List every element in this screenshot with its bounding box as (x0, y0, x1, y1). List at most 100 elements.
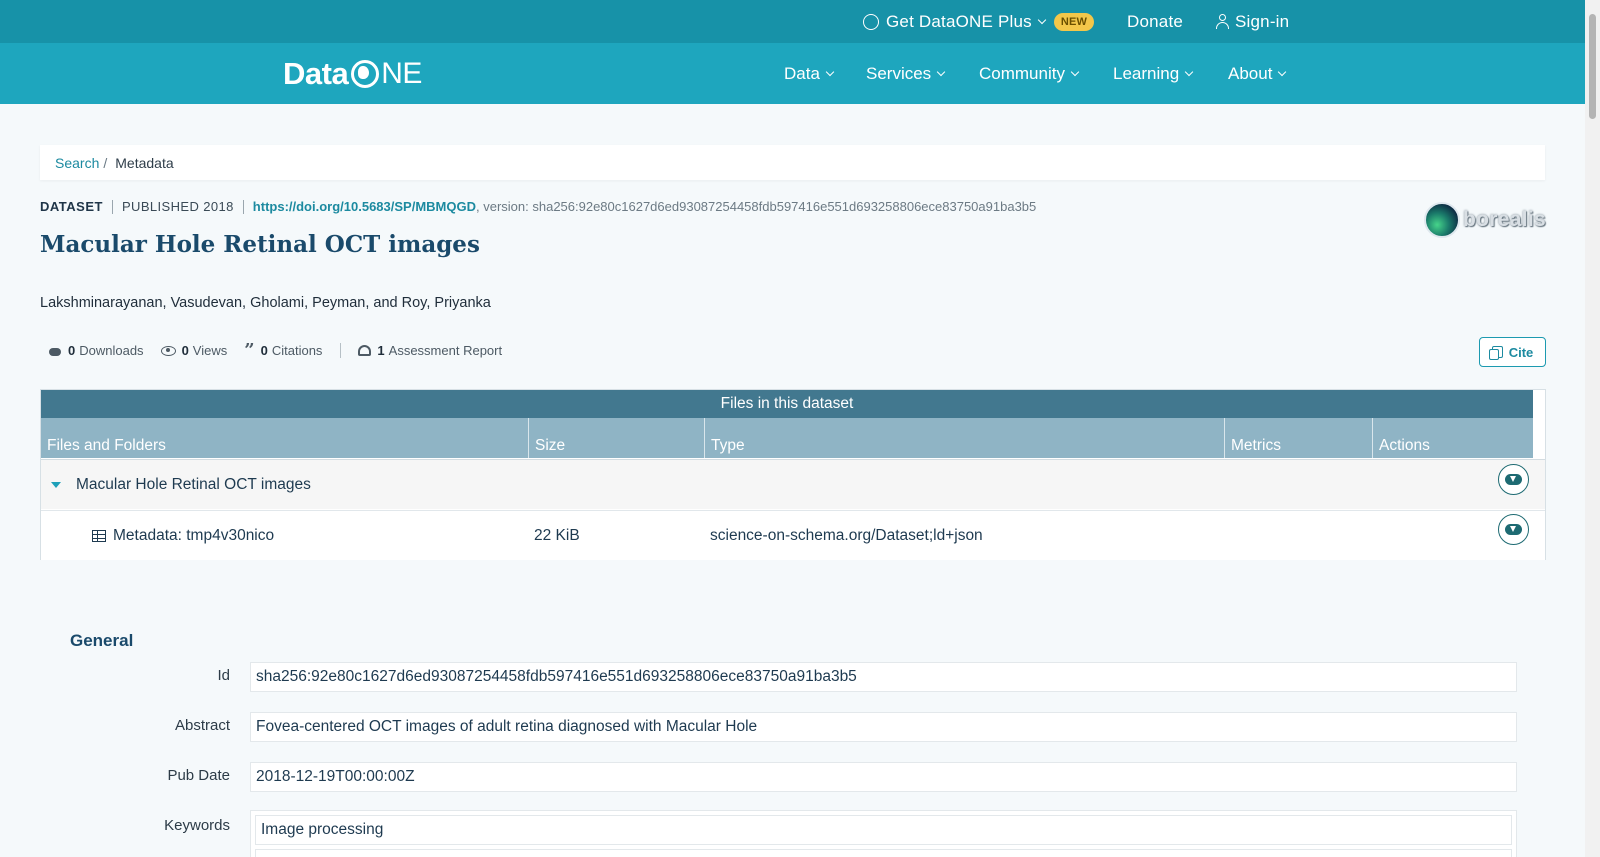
id-value: sha256:92e80c1627d6ed93087254458fdb59741… (250, 662, 1517, 692)
breadcrumb-separator: / (103, 154, 108, 171)
chevron-down-icon (1184, 67, 1194, 76)
column-header-actions: Actions (1379, 437, 1430, 454)
column-header-type: Type (705, 418, 1225, 458)
file-name-cell[interactable]: Metadata: tmp4v30nico (92, 511, 274, 561)
new-badge: NEW (1053, 12, 1095, 31)
divider (242, 199, 244, 214)
dataone-logo[interactable]: Data NE (283, 55, 422, 93)
nav-item-about[interactable]: About (1228, 43, 1287, 104)
divider (111, 199, 113, 214)
cloud-download-icon (1505, 524, 1522, 535)
keywords-label: Keywords (164, 817, 230, 834)
views-metric[interactable]: 0 Views (160, 343, 228, 358)
globe-logo-icon (351, 60, 380, 88)
get-dataone-plus-menu[interactable]: Get DataONE Plus NEW (863, 0, 1095, 43)
assessment-report-link[interactable]: 1 Assessment Report (358, 343, 502, 358)
nav-item-learning[interactable]: Learning (1113, 43, 1194, 104)
folder-row[interactable]: Macular Hole Retinal OCT images (41, 459, 1545, 509)
nav-item-community[interactable]: Community (979, 43, 1080, 104)
chevron-down-icon (1278, 67, 1287, 76)
folder-toggle[interactable] (51, 460, 61, 510)
downloads-label: Downloads (79, 343, 144, 358)
logo-text-ne: NE (381, 57, 422, 90)
eye-icon (160, 345, 176, 356)
abstract-value: Fovea-centered OCT images of adult retin… (250, 712, 1517, 742)
scrollbar-thumb[interactable] (1589, 14, 1596, 119)
column-header-size: Size (529, 418, 705, 458)
nav-item-data-label: Data (784, 63, 820, 83)
views-label: Views (192, 343, 228, 358)
dataset-title: Macular Hole Retinal OCT images (40, 231, 480, 258)
pub-date-label: Pub Date (167, 767, 230, 784)
downloads-count: 0 (68, 343, 76, 358)
breadcrumb: Search / Metadata (40, 145, 1545, 180)
files-table-caption: Files in this dataset (41, 390, 1533, 418)
file-name: Metadata: tmp4v30nico (113, 527, 275, 544)
cloud-download-icon (1505, 474, 1522, 485)
cite-button[interactable]: Cite (1479, 337, 1546, 367)
get-dataone-plus-label: Get DataONE Plus (886, 11, 1032, 31)
citations-label: Citations (271, 343, 323, 358)
column-header-metrics: Metrics (1225, 418, 1373, 458)
cloud-download-icon (48, 346, 62, 356)
nav-item-services[interactable]: Services (866, 43, 946, 104)
citations-metric[interactable]: ” 0 Citations (244, 339, 323, 361)
donate-link[interactable]: Donate (1127, 0, 1183, 43)
column-header-files: Files and Folders (41, 418, 529, 458)
assessment-label: Assessment Report (388, 343, 503, 358)
dataset-metrics: 0 Downloads 0 Views ” 0 Citations 1 Asse… (48, 339, 519, 361)
repository-logo[interactable]: borealis (1424, 201, 1546, 239)
keywords-list: Image processing (250, 810, 1517, 857)
breadcrumb-current: Metadata (115, 154, 174, 171)
keyword-item: Image processing (255, 815, 1512, 845)
files-table: Files in this dataset Files and Folders … (40, 389, 1546, 560)
table-row: Metadata: tmp4v30nico 22 KiB science-on-… (41, 510, 1545, 560)
assessment-count: 1 (377, 343, 385, 358)
nav-item-services-label: Services (866, 63, 932, 83)
user-icon (1216, 14, 1229, 29)
nav-item-learning-label: Learning (1113, 63, 1180, 83)
borealis-logo-icon (1424, 202, 1460, 238)
nav-item-data[interactable]: Data (784, 43, 835, 104)
chevron-down-icon (825, 67, 835, 76)
caret-down-icon (51, 482, 61, 488)
copy-icon (1488, 346, 1503, 360)
doi-link[interactable]: https://doi.org/10.5683/SP/MBMQGD (253, 199, 476, 214)
vertical-scrollbar[interactable] (1585, 0, 1600, 857)
dataset-authors: Lakshminarayanan, Vasudevan, Gholami, Pe… (40, 295, 491, 311)
nav-item-about-label: About (1228, 63, 1273, 83)
id-label: Id (217, 667, 230, 684)
chevron-down-icon (1070, 67, 1080, 76)
file-type: science-on-schema.org/Dataset;ld+json (710, 527, 983, 544)
quote-icon: ” (244, 339, 255, 361)
gauge-icon (358, 345, 372, 356)
file-size: 22 KiB (534, 527, 580, 544)
globe-icon (863, 13, 879, 30)
breadcrumb-search-link[interactable]: Search (55, 155, 99, 171)
top-utility-bar: Get DataONE Plus NEW Donate Sign-in (0, 0, 1600, 43)
dataset-meta-line: DATASET PUBLISHED 2018 https://doi.org/1… (40, 199, 1036, 214)
repository-name: borealis (1463, 208, 1546, 231)
download-file-button[interactable] (1498, 514, 1529, 545)
chevron-down-icon (936, 67, 946, 76)
chevron-down-icon (1037, 15, 1047, 24)
cite-label: Cite (1508, 344, 1534, 360)
folder-name: Macular Hole Retinal OCT images (76, 476, 311, 493)
sign-in-link[interactable]: Sign-in (1216, 0, 1289, 43)
citations-count: 0 (260, 343, 268, 358)
keyword-item-next (255, 849, 1512, 857)
divider (340, 343, 342, 358)
nav-item-community-label: Community (979, 63, 1065, 83)
downloads-metric[interactable]: 0 Downloads (48, 343, 144, 358)
abstract-label: Abstract (174, 717, 230, 734)
version-text: , version: sha256:92e80c1627d6ed93087254… (476, 199, 1037, 214)
published-year: PUBLISHED 2018 (121, 199, 234, 214)
general-section-title: General (70, 631, 134, 650)
files-table-header: Files and Folders Size Type Metrics Acti… (41, 418, 1533, 458)
dataset-type-label: DATASET (40, 199, 103, 214)
pub-date-value: 2018-12-19T00:00:00Z (250, 762, 1517, 792)
logo-text-data: Data (283, 56, 349, 91)
download-folder-button[interactable] (1498, 464, 1529, 495)
views-count: 0 (181, 343, 189, 358)
table-icon (92, 530, 106, 542)
